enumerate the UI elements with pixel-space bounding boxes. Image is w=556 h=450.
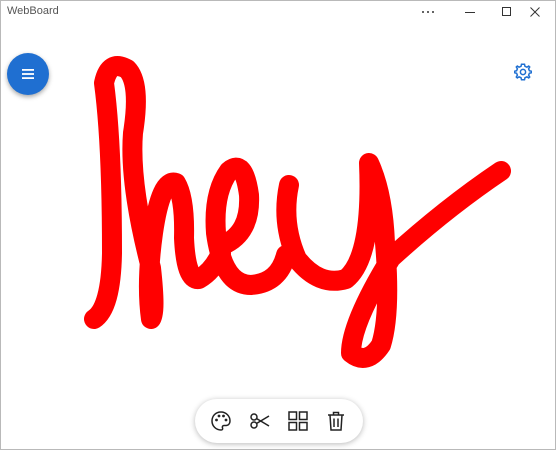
- stroke-h: [84, 56, 231, 329]
- scissors-icon: [250, 413, 270, 429]
- stroke-y: [276, 153, 511, 368]
- hamburger-menu-icon: [22, 69, 34, 79]
- minimize-button[interactable]: [451, 1, 489, 23]
- layout-button[interactable]: [284, 407, 312, 435]
- settings-button[interactable]: [512, 61, 534, 83]
- clear-button[interactable]: [322, 407, 350, 435]
- title-bar: WebBoard: [1, 1, 555, 23]
- cut-button[interactable]: [246, 407, 274, 435]
- close-icon: [530, 7, 540, 17]
- app-title: WebBoard: [7, 5, 59, 17]
- app-window: WebBoard: [0, 0, 556, 450]
- trash-icon: [328, 411, 344, 431]
- maximize-icon: [502, 7, 511, 16]
- ellipsis-icon: [422, 11, 434, 13]
- grid-icon: [288, 411, 308, 431]
- handwritten-drawing: [84, 56, 511, 368]
- menu-button[interactable]: [7, 53, 49, 95]
- gear-icon: [514, 63, 532, 81]
- palette-icon: [211, 411, 231, 431]
- bottom-toolbar: [195, 399, 363, 443]
- minimize-icon: [465, 12, 475, 13]
- close-button[interactable]: [516, 1, 554, 23]
- stroke-e: [205, 157, 296, 295]
- drawing-canvas[interactable]: [1, 23, 555, 449]
- palette-button[interactable]: [207, 407, 235, 435]
- more-options-button[interactable]: [409, 1, 447, 23]
